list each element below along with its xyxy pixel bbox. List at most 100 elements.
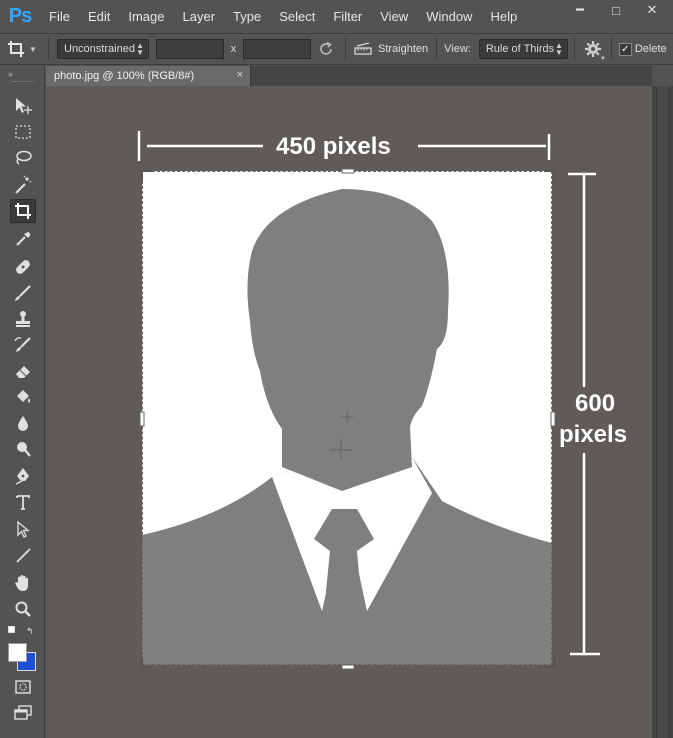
swap-separator: x [230, 43, 237, 55]
menu-bar: Ps File Edit Image Layer Type Select Fil… [0, 0, 673, 33]
panel-grip[interactable] [12, 81, 34, 83]
collapse-panel-icon[interactable]: » [8, 69, 13, 79]
document-tab-title: photo.jpg @ 100% (RGB/8#) [54, 70, 195, 82]
magic-wand-icon [15, 175, 32, 194]
default-colors-icon[interactable] [8, 626, 15, 633]
tool-lasso[interactable] [10, 146, 36, 170]
divider [573, 38, 575, 60]
scrollbar-track[interactable] [656, 86, 669, 738]
menu-view[interactable]: View [371, 0, 417, 33]
hand-icon [15, 575, 28, 591]
chevron-down-icon: ▼ [29, 44, 37, 54]
tool-quick-mask[interactable] [10, 675, 36, 699]
tool-history-brush[interactable] [10, 333, 36, 357]
clone-stamp-icon [16, 311, 30, 327]
tool-zoom[interactable] [10, 597, 36, 621]
menu-layer[interactable]: Layer [174, 0, 225, 33]
tool-move[interactable] [10, 94, 36, 118]
tool-magic-wand[interactable] [10, 173, 36, 197]
menu-filter[interactable]: Filter [324, 0, 371, 33]
menu-file[interactable]: File [40, 0, 79, 33]
eraser-icon [16, 366, 30, 378]
tool-marquee[interactable] [10, 120, 36, 144]
tool-brush[interactable] [10, 281, 36, 305]
move-icon [16, 98, 32, 114]
menu-select[interactable]: Select [270, 0, 324, 33]
tool-eraser[interactable] [10, 359, 36, 383]
straighten-icon [354, 42, 372, 55]
refresh-icon [320, 41, 332, 55]
straighten-button[interactable]: Straighten [354, 42, 428, 56]
tool-dodge[interactable] [10, 437, 36, 461]
minimize-button[interactable]: ━ [562, 0, 598, 20]
tool-clone-stamp[interactable] [10, 307, 36, 331]
crop-icon [15, 203, 31, 219]
divider [48, 38, 49, 60]
tool-paint-bucket[interactable] [10, 385, 36, 409]
path-selection-icon [17, 520, 30, 538]
maximize-button[interactable]: □ [598, 0, 634, 20]
tool-crop[interactable] [10, 199, 36, 223]
delete-cropped-label: Delete [634, 43, 667, 55]
healing-brush-icon [16, 260, 30, 274]
tool-hand[interactable] [10, 571, 36, 595]
tool-blur[interactable] [10, 411, 36, 435]
delete-cropped-checkbox[interactable]: ✓ [618, 42, 632, 56]
type-icon [16, 495, 30, 510]
close-button[interactable]: ✕ [634, 0, 670, 20]
dodge-icon [17, 442, 31, 457]
options-bar: ▼ Unconstrained ▲ ▼ x Straighten View: Ru… [0, 33, 673, 65]
tool-screen-mode[interactable] [10, 701, 36, 725]
document-tab[interactable]: photo.jpg @ 100% (RGB/8#) × [46, 66, 251, 86]
width-label: 450 pixels [276, 133, 391, 160]
blur-icon [18, 416, 28, 431]
height-label-unit: pixels [559, 421, 628, 448]
swap-colors-icon[interactable]: ↰ [26, 626, 34, 637]
pen-icon [15, 468, 29, 485]
ratio-preset-value: Unconstrained [64, 43, 135, 55]
chevron-down-icon: ▼ [599, 56, 606, 62]
dropdown-arrows-icon: ▲ ▼ [554, 41, 563, 57]
line-icon [16, 548, 31, 563]
height-label-number: 600 [575, 390, 616, 417]
eyedropper-icon [16, 232, 31, 246]
menu-help[interactable]: Help [481, 0, 526, 33]
tool-line[interactable] [10, 543, 36, 567]
history-brush-icon [14, 337, 31, 352]
document-tab-bar: photo.jpg @ 100% (RGB/8#) × [46, 66, 652, 86]
tool-eyedropper[interactable] [10, 227, 36, 251]
menu-type[interactable]: Type [224, 0, 270, 33]
marquee-icon [15, 125, 31, 139]
straighten-label: Straighten [378, 43, 429, 55]
tool-path-selection[interactable] [10, 517, 36, 541]
divider [436, 38, 438, 60]
close-tab-icon[interactable]: × [237, 69, 243, 81]
tool-pen[interactable] [10, 464, 36, 488]
crop-icon [8, 41, 25, 57]
divider [610, 38, 612, 60]
crop-width-field[interactable] [156, 39, 224, 59]
menu-edit[interactable]: Edit [79, 0, 119, 33]
lasso-icon [16, 150, 32, 165]
crop-settings-button[interactable]: ▼ [579, 35, 607, 63]
paint-bucket-icon [17, 390, 30, 403]
crop-handles[interactable] [138, 167, 558, 671]
tool-healing-brush[interactable] [10, 255, 36, 279]
overlay-view-dropdown[interactable]: Rule of Thirds ▲ ▼ [478, 39, 568, 59]
quick-mask-icon [15, 680, 31, 694]
overlay-view-value: Rule of Thirds [485, 43, 555, 55]
zoom-icon [15, 601, 31, 617]
foreground-color-swatch[interactable] [8, 643, 27, 662]
tool-type[interactable] [10, 490, 36, 514]
vertical-scrollbar[interactable] [652, 86, 673, 738]
dropdown-arrows-icon: ▲ ▼ [136, 41, 144, 57]
brush-icon [15, 285, 31, 301]
screen-mode-icon [14, 705, 32, 720]
ratio-preset-dropdown[interactable]: Unconstrained ▲ ▼ [57, 39, 149, 59]
crop-height-field[interactable] [243, 39, 311, 59]
window-controls: ━ □ ✕ [562, 0, 670, 20]
clear-button[interactable] [311, 34, 341, 64]
tool-preset-picker[interactable]: ▼ [0, 34, 44, 64]
menu-image[interactable]: Image [119, 0, 173, 33]
menu-window[interactable]: Window [417, 0, 481, 33]
